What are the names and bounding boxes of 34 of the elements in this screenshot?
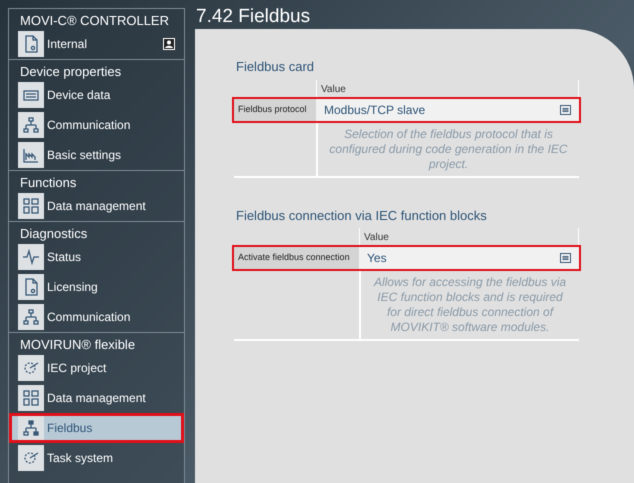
sidebar-item[interactable]: Data management [9, 191, 184, 221]
network-icon [21, 418, 41, 438]
list-icon[interactable] [560, 253, 571, 263]
sidebar-item[interactable]: Communication [9, 302, 184, 332]
sidebar-item[interactable]: Licensing [9, 272, 184, 302]
section-header: MOVIRUN® flexible [19, 336, 136, 353]
group-title: Fieldbus card [236, 58, 316, 76]
section-header: Device properties [19, 63, 122, 80]
page-title: 7.42 Fieldbus [195, 5, 312, 29]
sidebar-item[interactable]: Internal [9, 29, 184, 59]
network-icon [21, 307, 41, 327]
setting-value: Modbus/TCP slave [324, 102, 426, 118]
sidebar-item[interactable]: IEC project [9, 353, 184, 383]
sidebar-item[interactable]: Task system [9, 443, 184, 473]
sidebar-item[interactable]: Fieldbus [9, 413, 184, 443]
network-icon [21, 115, 41, 135]
sidebar-item[interactable]: Device data [9, 80, 184, 110]
section-header: MOVI-C® CONTROLLER [19, 12, 170, 29]
sidebar-item[interactable]: Status [9, 242, 184, 272]
section-header: Functions [19, 174, 78, 191]
group-title: Fieldbus connection via IEC function blocks [236, 206, 488, 224]
sidebar-item[interactable]: Communication [9, 110, 184, 140]
section-header: Diagnostics [19, 225, 88, 242]
setting-value: Yes [367, 250, 387, 267]
grid-icon [21, 196, 41, 216]
grid-icon [21, 388, 41, 408]
setting-label: Activate fieldbus connection [234, 247, 359, 269]
pulse-icon [21, 247, 41, 267]
sidebar-item[interactable]: Basic settings [9, 140, 184, 170]
sidebar-item[interactable]: Data management [9, 383, 184, 413]
setting-description: Allows for accessing the fieldbus via IEC function blocks and is required for direct fieldbus connection of MOVIKIT® software modules. [359, 269, 579, 339]
setting-label: Fieldbus protocol [234, 98, 316, 120]
list-icon[interactable] [560, 104, 571, 114]
setting-description: Selection of the fieldbus protocol that is configured during code generation in the IEC project. [316, 120, 579, 176]
